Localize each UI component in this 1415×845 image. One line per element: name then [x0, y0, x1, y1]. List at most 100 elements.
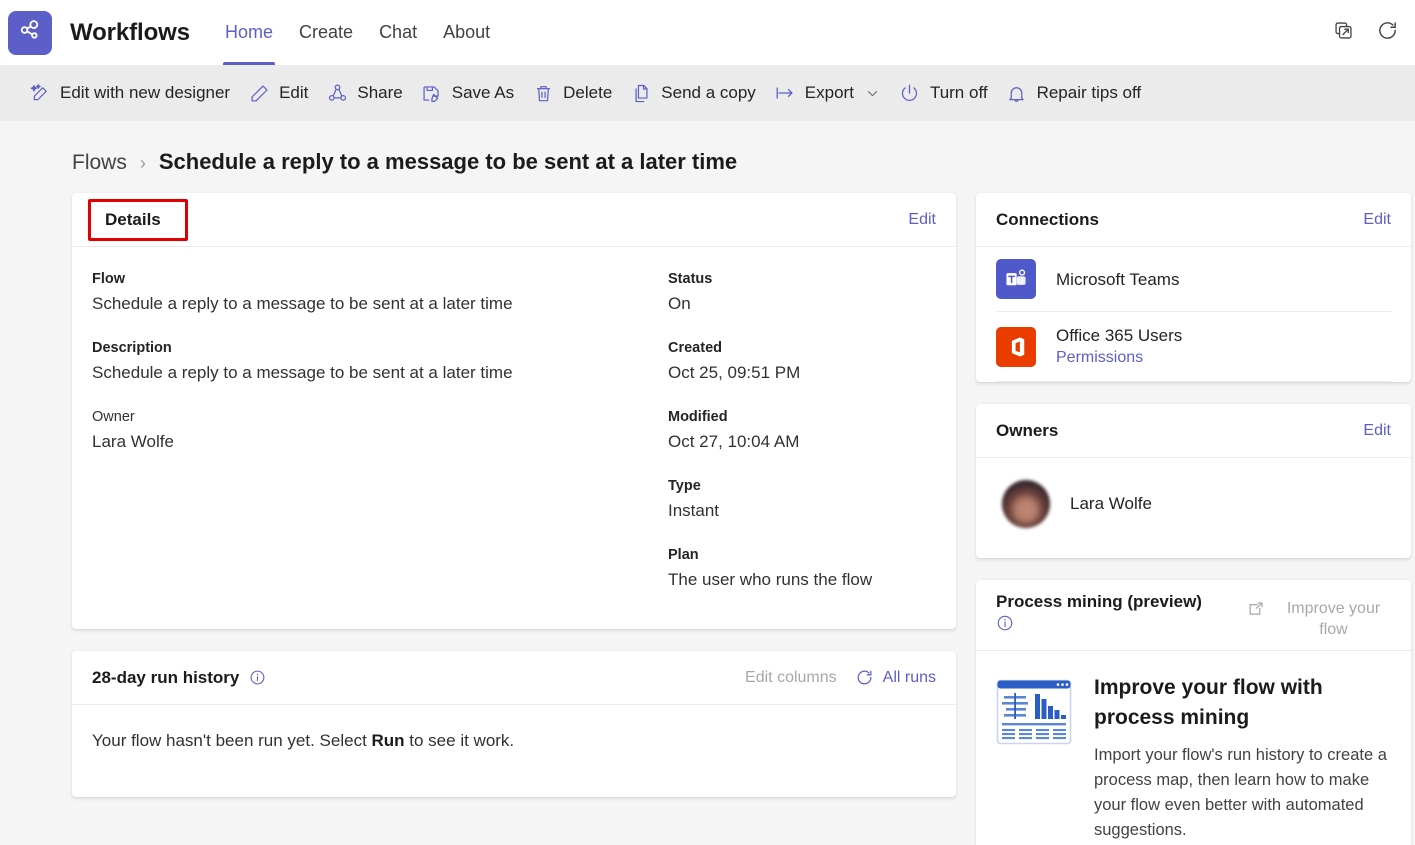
connection-permissions-link[interactable]: Permissions	[1056, 347, 1182, 369]
details-card-title: Details	[105, 209, 161, 229]
toolbar-item-label: Share	[357, 83, 403, 102]
detail-label: Created	[668, 340, 722, 356]
improve-your-flow-label: Improve your flow	[1286, 600, 1381, 638]
improve-your-flow-link[interactable]: Improve your flow	[1246, 592, 1391, 640]
info-icon[interactable]	[996, 614, 1202, 637]
detail-label: Flow	[92, 271, 126, 287]
detail-label: Plan	[668, 547, 699, 563]
nav-item-create[interactable]: Create	[286, 0, 366, 65]
run-history-card-title: 28-day run history	[92, 667, 240, 687]
connection-row-microsoft-teams[interactable]: Microsoft Teams	[996, 247, 1391, 312]
main-column: Details Edit Flow Schedule a reply to a …	[72, 193, 956, 819]
export-arrow-icon	[774, 82, 796, 104]
run-history-empty-text-after: to see it work.	[404, 731, 515, 750]
toolbar-export-button[interactable]: Export	[765, 73, 890, 113]
connections-card-header: Connections Edit	[976, 193, 1411, 247]
connection-name: Office 365 Users	[1056, 326, 1183, 345]
run-history-actions: Edit columns All runs	[745, 668, 936, 687]
avatar	[1002, 480, 1050, 528]
pop-out-button[interactable]	[1329, 19, 1357, 47]
detail-label: Type	[668, 478, 701, 494]
nav-item-chat[interactable]: Chat	[366, 0, 430, 65]
content-layout: Details Edit Flow Schedule a reply to a …	[14, 193, 1411, 845]
detail-value: Schedule a reply to a message to be sent…	[92, 294, 513, 313]
process-mining-text: Improve your flow with process mining Im…	[1094, 673, 1391, 843]
refresh-button[interactable]	[1373, 19, 1401, 47]
process-mining-card-body: Improve your flow with process mining Im…	[976, 651, 1411, 845]
toolbar-delete-button[interactable]: Delete	[523, 73, 621, 113]
owners-card-header: Owners Edit	[976, 404, 1411, 458]
connections-edit-link[interactable]: Edit	[1363, 211, 1391, 229]
owner-name: Lara Wolfe	[1070, 494, 1152, 513]
chevron-down-icon	[865, 85, 881, 101]
detail-field-description: Description Schedule a reply to a messag…	[92, 338, 668, 385]
microsoft-teams-icon	[996, 259, 1036, 299]
copy-icon	[630, 82, 652, 104]
connections-card-title: Connections	[996, 209, 1099, 229]
open-in-new-window-icon	[1333, 20, 1354, 46]
run-history-empty-text-bold: Run	[371, 731, 405, 750]
detail-value: On	[668, 294, 691, 313]
app-header-actions	[1329, 19, 1401, 47]
toolbar-share-button[interactable]: Share	[317, 73, 411, 113]
all-runs-link[interactable]: All runs	[855, 668, 936, 687]
toolbar-send-a-copy-button[interactable]: Send a copy	[621, 73, 765, 113]
open-in-new-window-icon	[1246, 600, 1266, 620]
page-title: Schedule a reply to a message to be sent…	[158, 149, 738, 174]
detail-field-status: Status On	[668, 269, 936, 316]
toolbar-repair-tips-off-button[interactable]: Repair tips off	[997, 73, 1151, 113]
app-header: Workflows Home Create Chat About	[0, 0, 1415, 65]
owners-edit-link[interactable]: Edit	[1363, 422, 1391, 440]
nav-item-home[interactable]: Home	[212, 0, 286, 65]
details-edit-link[interactable]: Edit	[908, 211, 936, 229]
toolbar-edit-with-new-designer-button[interactable]: Edit with new designer	[20, 73, 239, 113]
toolbar-item-label: Turn off	[929, 83, 988, 102]
detail-value: Oct 25, 09:51 PM	[668, 363, 801, 382]
connection-text: Office 365 Users Permissions	[1056, 324, 1182, 369]
side-column: Connections Edit Microsoft Teams Office …	[976, 193, 1411, 845]
page-content: Flows › Schedule a reply to a message to…	[0, 121, 1415, 845]
process-mining-card-header: Process mining (preview) Improve your fl…	[976, 580, 1411, 651]
detail-label: Modified	[668, 409, 728, 425]
owners-list: Lara Wolfe	[976, 458, 1411, 558]
run-history-card: 28-day run history Edit columns All runs…	[72, 651, 956, 797]
connection-row-office-365-users[interactable]: Office 365 Users Permissions	[996, 312, 1391, 382]
bell-icon	[1006, 82, 1028, 104]
office-365-icon	[996, 326, 1036, 367]
pencil-icon	[248, 82, 270, 104]
sparkle-pencil-icon	[29, 82, 51, 104]
share-nodes-icon	[17, 17, 43, 48]
app-title: Workflows	[70, 18, 191, 46]
detail-label: Status	[668, 271, 713, 287]
info-icon[interactable]	[248, 669, 266, 687]
detail-value: Schedule a reply to a message to be sent…	[92, 363, 513, 382]
detail-field-owner: Owner Lara Wolfe	[92, 407, 668, 454]
nav-item-about[interactable]: About	[430, 0, 503, 65]
app-nav: Home Create Chat About	[212, 0, 503, 65]
toolbar-item-label: Delete	[563, 83, 613, 102]
edit-columns-link[interactable]: Edit columns	[745, 669, 837, 687]
toolbar-edit-button[interactable]: Edit	[239, 73, 317, 113]
process-report-chart-illustration	[996, 673, 1072, 843]
process-mining-title-wrap: Process mining (preview)	[996, 592, 1202, 637]
run-history-empty-text-before: Your flow hasn't been run yet. Select	[92, 731, 372, 750]
breadcrumb-flows-link[interactable]: Flows	[72, 151, 127, 175]
toolbar-item-label: Edit	[279, 83, 309, 102]
refresh-icon	[1376, 19, 1399, 47]
share-icon	[326, 82, 348, 104]
run-history-card-header: 28-day run history Edit columns All runs	[72, 651, 956, 705]
detail-value: Lara Wolfe	[92, 432, 174, 451]
details-left-column: Flow Schedule a reply to a message to be…	[92, 269, 668, 605]
owners-card-title: Owners	[996, 420, 1059, 440]
power-icon	[899, 82, 921, 104]
toolbar-turn-off-button[interactable]: Turn off	[890, 73, 997, 113]
process-mining-card-title: Process mining (preview)	[996, 592, 1202, 611]
connections-card: Connections Edit Microsoft Teams Office …	[976, 193, 1411, 382]
detail-value: The user who runs the flow	[668, 570, 873, 589]
process-mining-heading: Improve your flow with process mining	[1094, 676, 1323, 729]
toolbar-item-label: Repair tips off	[1036, 83, 1142, 102]
details-card: Details Edit Flow Schedule a reply to a …	[72, 193, 956, 629]
detail-field-modified: Modified Oct 27, 10:04 AM	[668, 407, 936, 454]
app-logo	[8, 10, 52, 55]
toolbar-save-as-button[interactable]: Save As	[412, 73, 523, 113]
